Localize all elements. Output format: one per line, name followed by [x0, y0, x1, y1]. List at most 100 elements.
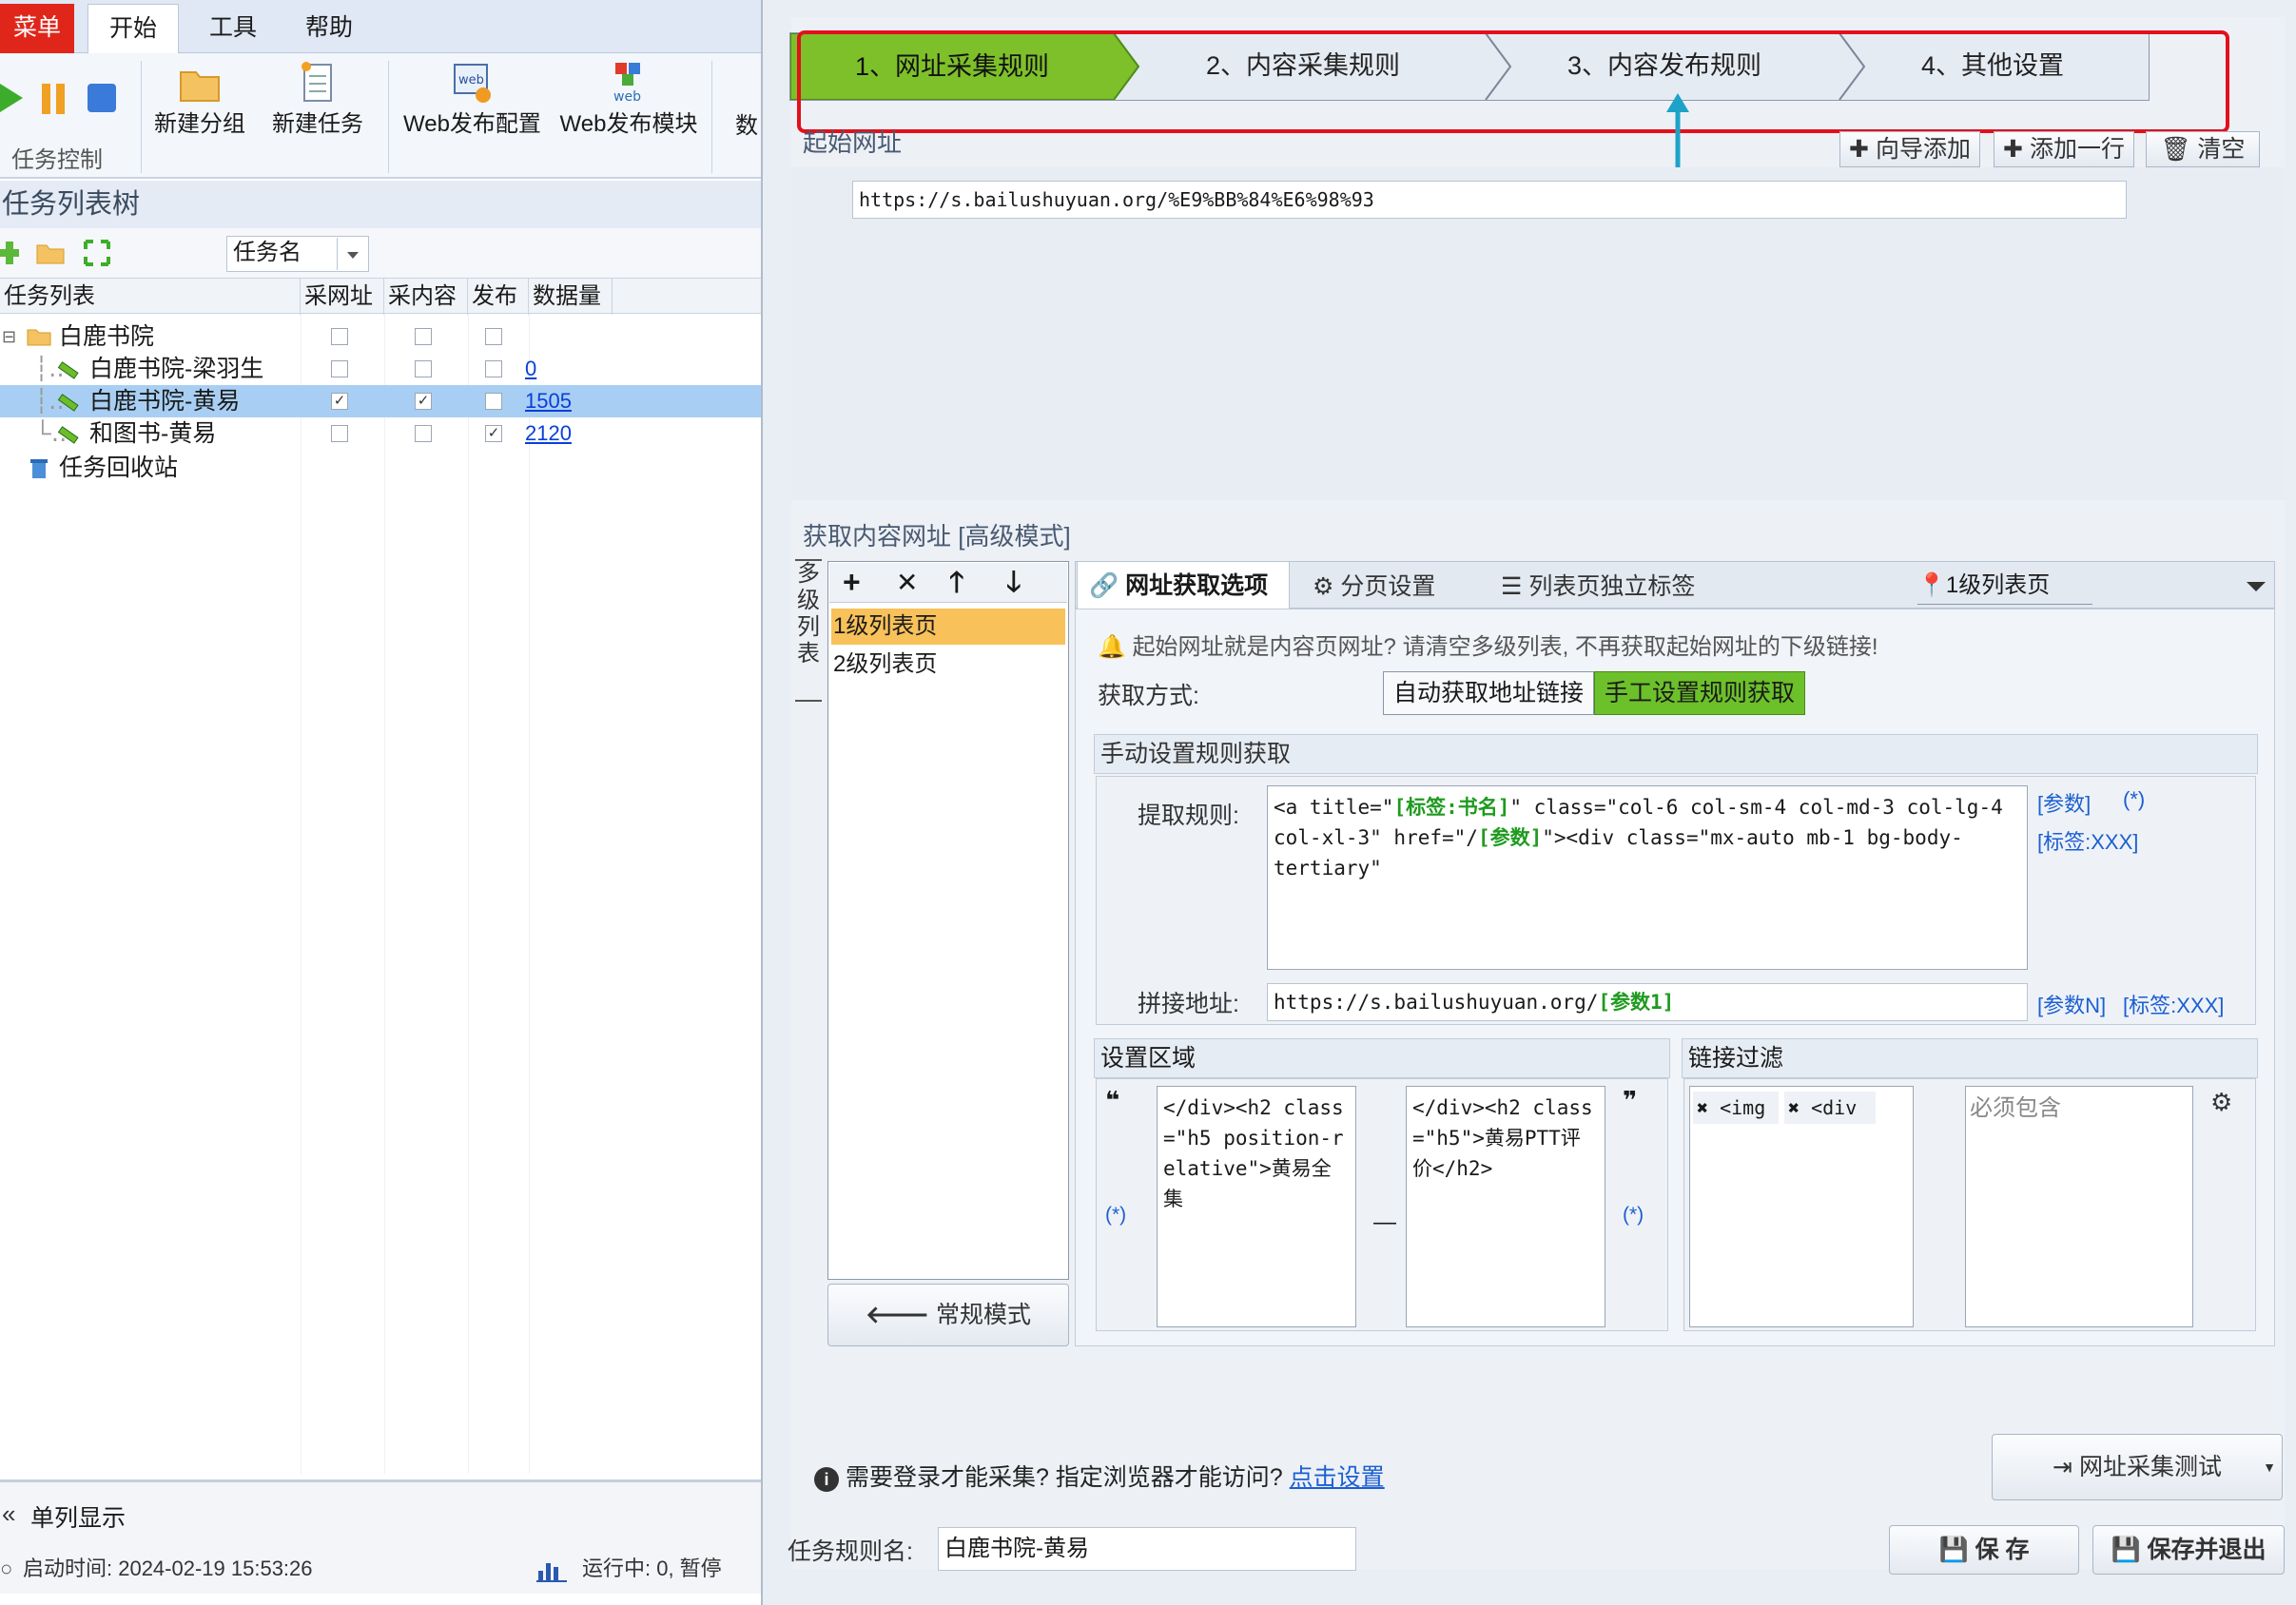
save-icon: 💾 [1938, 1537, 1975, 1563]
add-row-label: 添加一行 [2029, 136, 2125, 163]
close-icon[interactable]: ✖ [1697, 1096, 1720, 1119]
list-level-item[interactable]: 2级列表页 [831, 647, 1065, 683]
settings-gear-icon[interactable]: ⚙ [2210, 1088, 2232, 1117]
expand-icon[interactable] [84, 240, 110, 271]
tree-row[interactable]: └‥ 和图书-黄易 ✓ 2120 [0, 417, 761, 450]
arrow-up-icon[interactable]: 🡑 [949, 563, 964, 603]
add-row-button[interactable]: ✚ 添加一行 [1994, 131, 2134, 167]
menu-bar: 菜单 开始 工具 帮助 [0, 0, 761, 53]
tree-row[interactable]: ┆‥ 白鹿书院-梁羽生 0 [0, 353, 761, 385]
wildcard-link[interactable]: (*) [2123, 787, 2145, 812]
wildcard-label: (*) [1623, 1204, 1644, 1226]
login-settings-link[interactable]: 点击设置 [1290, 1464, 1385, 1491]
col-collect-content[interactable]: 采内容 [384, 279, 468, 315]
save-exit-button[interactable]: 💾 保存并退出 [2092, 1525, 2285, 1575]
stop-icon[interactable] [88, 84, 118, 119]
must-contain-box[interactable]: 必须包含 [1965, 1086, 2193, 1327]
checkbox[interactable] [331, 425, 348, 442]
clear-button[interactable]: 🗑 清空 [2146, 131, 2260, 167]
checkbox-checked[interactable]: ✓ [331, 393, 348, 410]
tab-list-tags[interactable]: ☰ 列表页独立标签 [1501, 563, 1695, 610]
folder-add-icon[interactable] [36, 242, 65, 269]
checkbox[interactable] [485, 360, 502, 377]
tab-tools[interactable]: 工具 [195, 4, 271, 53]
level-select[interactable]: 📍1级列表页 [1917, 567, 2092, 605]
delete-icon[interactable]: ✕ [896, 563, 918, 603]
col-data-count[interactable]: 数据量 [529, 279, 613, 315]
checkbox[interactable] [415, 328, 432, 345]
double-chevron-left-icon[interactable]: « [2, 1499, 15, 1529]
web-publish-module-button[interactable]: web Web发布模块 [557, 61, 700, 139]
tree-row[interactable]: ⊟ 白鹿书院 [0, 320, 761, 353]
new-group-button[interactable]: 新建分组 [152, 61, 247, 139]
checkbox[interactable] [415, 425, 432, 442]
filter-tag[interactable]: ✖ <div [1784, 1092, 1876, 1124]
new-group-label: 新建分组 [154, 111, 245, 137]
col-publish[interactable]: 发布 [468, 279, 529, 315]
col-collect-url[interactable]: 采网址 [301, 279, 384, 315]
checkbox-checked[interactable]: ✓ [415, 393, 432, 410]
list-level-item-selected[interactable]: 1级列表页 [831, 609, 1065, 645]
wizard-add-button[interactable]: ✚ 向导添加 [1839, 131, 1980, 167]
tab-start[interactable]: 开始 [88, 4, 179, 53]
wildcard-label: (*) [1105, 1204, 1127, 1226]
area-start-textarea[interactable]: </div><h2 class="h5 position-relative">黄… [1157, 1086, 1356, 1327]
tree-toolbar: 任务名 [0, 228, 761, 278]
data-count-link[interactable]: 1505 [525, 385, 572, 417]
pin-icon: 📍 [1917, 572, 1946, 598]
play-icon[interactable] [0, 82, 25, 119]
data-count-link[interactable]: 2120 [525, 417, 572, 450]
manual-fetch-toggle[interactable]: 手工设置规则获取 [1594, 671, 1805, 715]
chevron-down-icon[interactable] [2245, 578, 2267, 597]
checkbox-checked[interactable]: ✓ [485, 425, 502, 442]
content-url-title: 获取内容网址 [高级模式] [803, 522, 1071, 551]
data-count-link[interactable]: 0 [525, 353, 536, 385]
quote-open-icon: ❝ [1105, 1086, 1120, 1114]
area-end-textarea[interactable]: </div><h2 class="h5">黄易PTT评价</h2> [1406, 1086, 1605, 1327]
filter-tag[interactable]: ✖ <img [1693, 1092, 1779, 1124]
tab-url-options[interactable]: 🔗 网址获取选项 [1077, 561, 1290, 610]
save-button[interactable]: 💾 保 存 [1889, 1525, 2079, 1575]
multi-list-label: 多级列表 [795, 559, 822, 702]
tag-link[interactable]: [标签:XXX] [2037, 825, 2138, 856]
single-column-toggle[interactable]: 单列显示 [30, 1499, 126, 1534]
tab-help[interactable]: 帮助 [291, 4, 367, 53]
extract-rule-textarea[interactable]: <a title="[标签:书名]" class="col-6 col-sm-4… [1267, 785, 2028, 970]
add-icon[interactable]: + [843, 563, 861, 601]
tree-row-selected[interactable]: ┆‥ 白鹿书院-黄易 ✓ ✓ 1505 [0, 385, 761, 417]
filter-tag-label: <div [1811, 1096, 1858, 1119]
bell-icon: 🔔 [1098, 634, 1133, 660]
save-label: 保 存 [1975, 1537, 2030, 1563]
data-button[interactable]: 数 [732, 112, 761, 141]
collapse-icon[interactable]: ⊟ [2, 320, 16, 353]
auto-fetch-toggle[interactable]: 自动获取地址链接 [1383, 671, 1594, 715]
web-publish-config-button[interactable]: web Web发布配置 [403, 61, 541, 139]
checkbox[interactable] [485, 328, 502, 345]
trash-icon [30, 459, 48, 478]
arrow-down-icon[interactable]: 🡓 [1006, 563, 1022, 603]
rule-name-label: 任务规则名: [788, 1538, 913, 1565]
checkbox[interactable] [415, 360, 432, 377]
url-collect-test-button[interactable]: ⇥ 网址采集测试 ▼ [1992, 1434, 2283, 1500]
start-url-input[interactable]: https://s.bailushuyuan.org/%E9%BB%84%E6%… [852, 181, 2127, 219]
close-icon[interactable]: ✖ [1788, 1096, 1811, 1119]
tree-title: 任务列表树 [0, 181, 761, 228]
param-n-link[interactable]: [参数N] [2037, 989, 2106, 1019]
rule-name-input[interactable]: 白鹿书院-黄易 [938, 1527, 1356, 1571]
chevron-down-icon[interactable]: ▼ [2263, 1435, 2276, 1499]
chevron-down-icon[interactable] [337, 238, 367, 270]
tree-row[interactable]: 任务回收站 [0, 452, 761, 484]
checkbox[interactable] [485, 393, 502, 410]
normal-mode-button[interactable]: 🡐 常规模式 [827, 1284, 1069, 1346]
add-icon[interactable] [0, 242, 19, 269]
new-task-button[interactable]: 新建任务 [270, 61, 365, 139]
checkbox[interactable] [331, 360, 348, 377]
join-url-input[interactable]: https://s.bailushuyuan.org/[参数1] [1267, 983, 2028, 1021]
param-link[interactable]: [参数] [2037, 787, 2091, 818]
tag-link[interactable]: [标签:XXX] [2123, 989, 2224, 1019]
checkbox[interactable] [331, 328, 348, 345]
tab-pagination[interactable]: ⚙ 分页设置 [1313, 563, 1435, 610]
tab-menu[interactable]: 菜单 [0, 4, 74, 53]
col-task-list[interactable]: 任务列表 [0, 279, 301, 315]
pause-icon[interactable] [40, 84, 68, 119]
